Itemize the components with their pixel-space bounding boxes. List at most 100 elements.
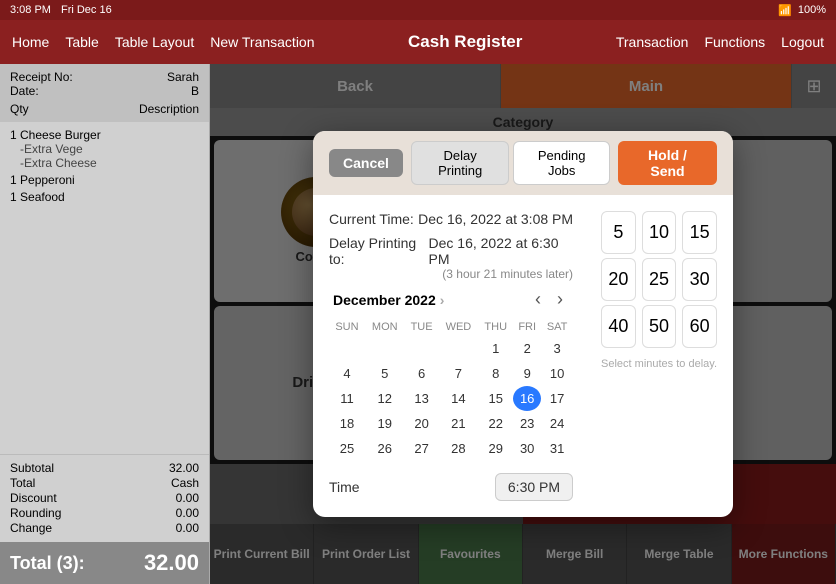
calendar-day[interactable]: 19	[365, 411, 405, 436]
minute-20[interactable]: 20	[601, 258, 636, 301]
calendar-day[interactable]: 18	[329, 411, 365, 436]
calendar-day	[405, 336, 439, 361]
calendar-day[interactable]: 23	[513, 411, 541, 436]
nav-table[interactable]: Table	[65, 34, 98, 50]
calendar-day[interactable]: 31	[541, 436, 573, 461]
delay-label: Delay Printing to:	[329, 235, 429, 267]
calendar-day[interactable]: 2	[513, 336, 541, 361]
rounding-value: 0.00	[176, 506, 199, 520]
calendar-day[interactable]: 29	[478, 436, 513, 461]
status-date: Fri Dec 16	[61, 4, 112, 16]
calendar-day[interactable]: 26	[365, 436, 405, 461]
minute-5[interactable]: 5	[601, 211, 636, 254]
calendar-day[interactable]: 12	[365, 386, 405, 411]
status-time: 3:08 PM	[10, 4, 51, 16]
day-header-sun: SUN	[329, 318, 365, 336]
nav-new-transaction[interactable]: New Transaction	[210, 34, 314, 50]
calendar-day[interactable]: 13	[405, 386, 439, 411]
calendar-day[interactable]: 24	[541, 411, 573, 436]
calendar-day	[365, 336, 405, 361]
minute-40[interactable]: 40	[601, 305, 636, 348]
day-header-fri: FRI	[513, 318, 541, 336]
calendar-day[interactable]: 22	[478, 411, 513, 436]
list-item: 1 Cheese Burger -Extra Vege -Extra Chees…	[10, 128, 199, 170]
receipt-table: B	[191, 84, 199, 98]
calendar-next-button[interactable]: ›	[551, 289, 569, 310]
nav-logout[interactable]: Logout	[781, 34, 824, 50]
calendar-day[interactable]: 20	[405, 411, 439, 436]
discount-label: Discount	[10, 491, 57, 505]
calendar-day[interactable]: 28	[439, 436, 479, 461]
current-time-label: Current Time:	[329, 211, 414, 227]
calendar-grid: SUN MON TUE WED THU FRI SAT	[329, 318, 573, 461]
calendar-day[interactable]: 9	[513, 361, 541, 386]
calendar-day[interactable]: 5	[365, 361, 405, 386]
nav-bar: Home Table Table Layout New Transaction …	[0, 20, 836, 64]
total-amount: 32.00	[144, 550, 199, 576]
tab-pending-jobs[interactable]: Pending Jobs	[513, 141, 610, 185]
modal-body: Current Time: Dec 16, 2022 at 3:08 PM De…	[313, 195, 733, 517]
minute-row-2: 20 25 30	[601, 258, 717, 301]
battery-level: 100%	[798, 4, 826, 16]
calendar-day[interactable]: 3	[541, 336, 573, 361]
day-header-tue: TUE	[405, 318, 439, 336]
receipt-qty-header: Qty	[10, 102, 29, 116]
minute-25[interactable]: 25	[642, 258, 677, 301]
calendar-month: December 2022 ›	[333, 292, 444, 308]
nav-table-layout[interactable]: Table Layout	[115, 34, 194, 50]
minute-50[interactable]: 50	[642, 305, 677, 348]
modal-tabs: Delay Printing Pending Jobs	[411, 141, 610, 185]
receipt-server: Sarah	[167, 70, 199, 84]
calendar-day[interactable]: 8	[478, 361, 513, 386]
calendar-day[interactable]: 27	[405, 436, 439, 461]
calendar-day[interactable]: 15	[478, 386, 513, 411]
delay-printing-modal: Cancel Delay Printing Pending Jobs Hold …	[313, 131, 733, 517]
rounding-label: Rounding	[10, 506, 61, 520]
day-header-sat: SAT	[541, 318, 573, 336]
list-item: 1 Pepperoni	[10, 173, 199, 187]
total-cash-label: Total	[10, 476, 35, 490]
calendar-day[interactable]: 30	[513, 436, 541, 461]
calendar-day[interactable]: 14	[439, 386, 479, 411]
calendar-prev-button[interactable]: ‹	[529, 289, 547, 310]
tab-delay-printing[interactable]: Delay Printing	[411, 141, 509, 185]
discount-value: 0.00	[176, 491, 199, 505]
nav-home[interactable]: Home	[12, 34, 49, 50]
calendar-day[interactable]: 4	[329, 361, 365, 386]
current-time-value: Dec 16, 2022 at 3:08 PM	[418, 211, 573, 227]
calendar-day[interactable]: 7	[439, 361, 479, 386]
nav-transaction[interactable]: Transaction	[616, 34, 689, 50]
calendar-day[interactable]: 21	[439, 411, 479, 436]
receipt-date-label: Date:	[10, 84, 39, 98]
minute-10[interactable]: 10	[642, 211, 677, 254]
modal-cancel-button[interactable]: Cancel	[329, 149, 403, 177]
calendar-day[interactable]: 1	[478, 336, 513, 361]
status-bar: 3:08 PM Fri Dec 16 📶 100%	[0, 0, 836, 20]
calendar-day[interactable]: 17	[541, 386, 573, 411]
change-value: 0.00	[176, 521, 199, 535]
minute-hint: Select minutes to delay.	[601, 358, 717, 370]
modal-overlay: Cancel Delay Printing Pending Jobs Hold …	[210, 64, 836, 584]
minute-30[interactable]: 30	[682, 258, 717, 301]
day-header-wed: WED	[439, 318, 479, 336]
time-value[interactable]: 6:30 PM	[495, 473, 573, 501]
subtotal-value: 32.00	[169, 461, 199, 475]
list-item: 1 Seafood	[10, 190, 199, 204]
calendar-day[interactable]: 11	[329, 386, 365, 411]
calendar-day	[439, 336, 479, 361]
nav-functions[interactable]: Functions	[704, 34, 765, 50]
minute-15[interactable]: 15	[682, 211, 717, 254]
minute-row-1: 5 10 15	[601, 211, 717, 254]
change-label: Change	[10, 521, 52, 535]
modal-send-button[interactable]: Hold / Send	[618, 141, 717, 185]
calendar-day[interactable]: 25	[329, 436, 365, 461]
calendar-day[interactable]: 10	[541, 361, 573, 386]
day-header-thu: THU	[478, 318, 513, 336]
calendar-day[interactable]: 16	[513, 386, 541, 411]
total-label: Total (3):	[10, 553, 85, 574]
minute-row-3: 40 50 60	[601, 305, 717, 348]
minute-60[interactable]: 60	[682, 305, 717, 348]
cash-label: Cash	[171, 476, 199, 490]
calendar-day[interactable]: 6	[405, 361, 439, 386]
subtotal-label: Subtotal	[10, 461, 54, 475]
